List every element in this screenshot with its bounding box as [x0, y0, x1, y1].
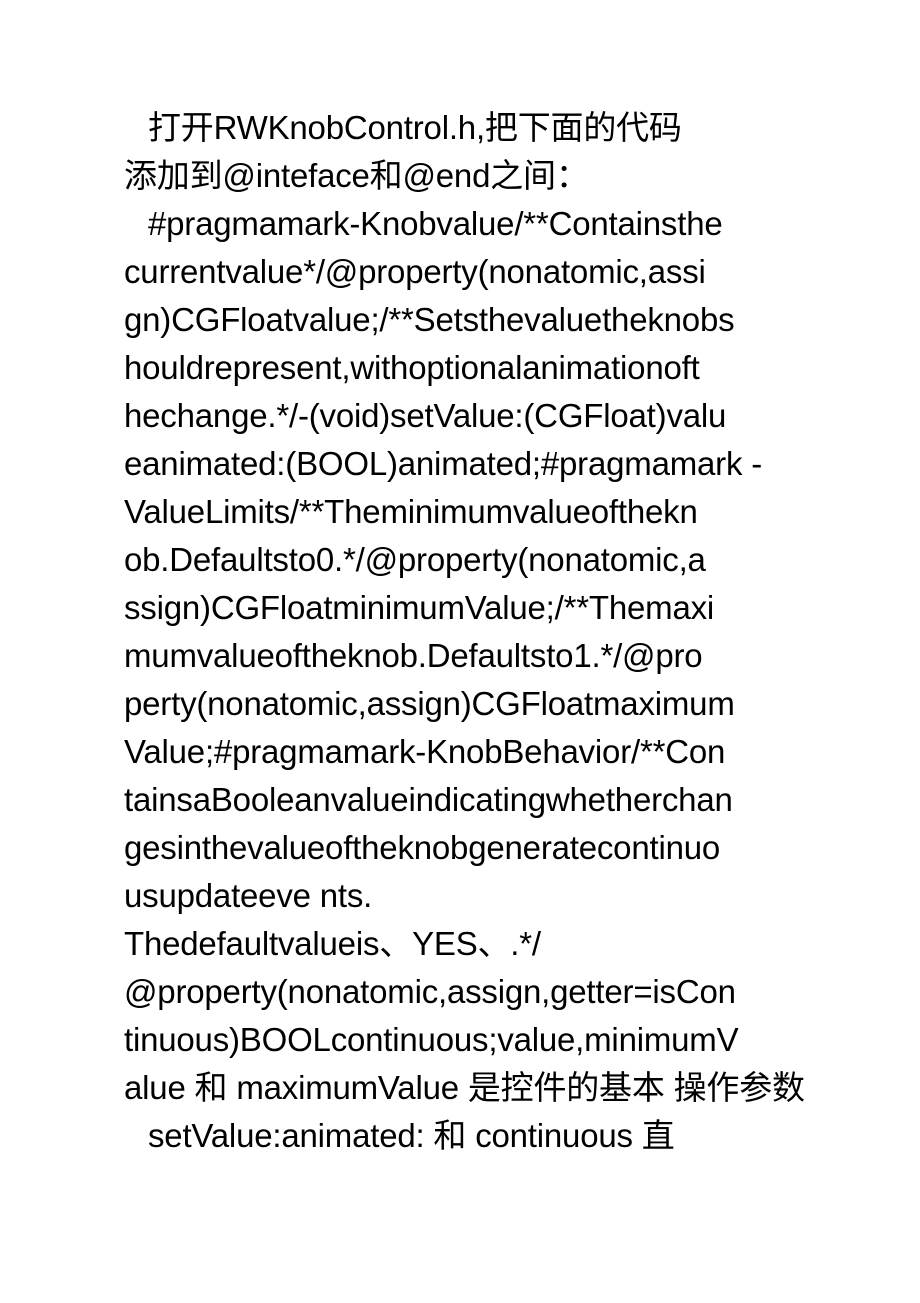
document-line: setValue:animated: 和 continuous 直 [148, 1117, 675, 1154]
document-line: hechange.*/-(void)setValue:(CGFloat)valu [124, 397, 727, 434]
document-line: @property(nonatomic,assign,getter=isCon [124, 973, 736, 1010]
document-line: 添加到@inteface和@end之间： [124, 157, 589, 194]
document-line: currentvalue*/@property(nonatomic,assi [124, 253, 706, 290]
document-line: tinuous)BOOLcontinuous;value,minimumV [124, 1021, 739, 1058]
document-line: Value;#pragmamark-KnobBehavior/**Con [124, 733, 726, 770]
document-line: ValueLimits/**Theminimumvalueofthekn [124, 493, 698, 530]
document-line: alue 和 maximumValue 是控件的基本 操作参数 [124, 1069, 805, 1106]
document-line: ssign)CGFloatminimumValue;/**Themaxi [124, 589, 715, 626]
document-line: Thedefaultvalueis、YES、.*/ [124, 925, 541, 962]
document-line: gesinthevalueoftheknobgeneratecontinuo [124, 829, 721, 866]
document-text-block: 打开RWKnobControl.h,把下面的代码添加到@inteface和@en… [124, 104, 824, 1160]
document-line: perty(nonatomic,assign)CGFloatmaximum [124, 685, 735, 722]
document-line: eanimated:(BOOL)animated;#pragmamark - [124, 445, 763, 482]
document-line: 打开RWKnobControl.h,把下面的代码 [148, 109, 682, 146]
document-line: houldrepresent,withoptionalanimationoft [124, 349, 700, 386]
document-line: usupdateeve nts. [124, 877, 373, 914]
document-line: mumvalueoftheknob.Defaultsto1.*/@pro [124, 637, 703, 674]
document-line: #pragmamark-Knobvalue/**Containsthe [148, 205, 723, 242]
document-line: tainsaBooleanvalueindicatingwhetherchan [124, 781, 733, 818]
document-page: 打开RWKnobControl.h,把下面的代码添加到@inteface和@en… [0, 0, 920, 1303]
document-line: gn)CGFloatvalue;/**Setsthevaluetheknobs [124, 301, 735, 338]
document-line: ob.Defaultsto0.*/@property(nonatomic,a [124, 541, 706, 578]
